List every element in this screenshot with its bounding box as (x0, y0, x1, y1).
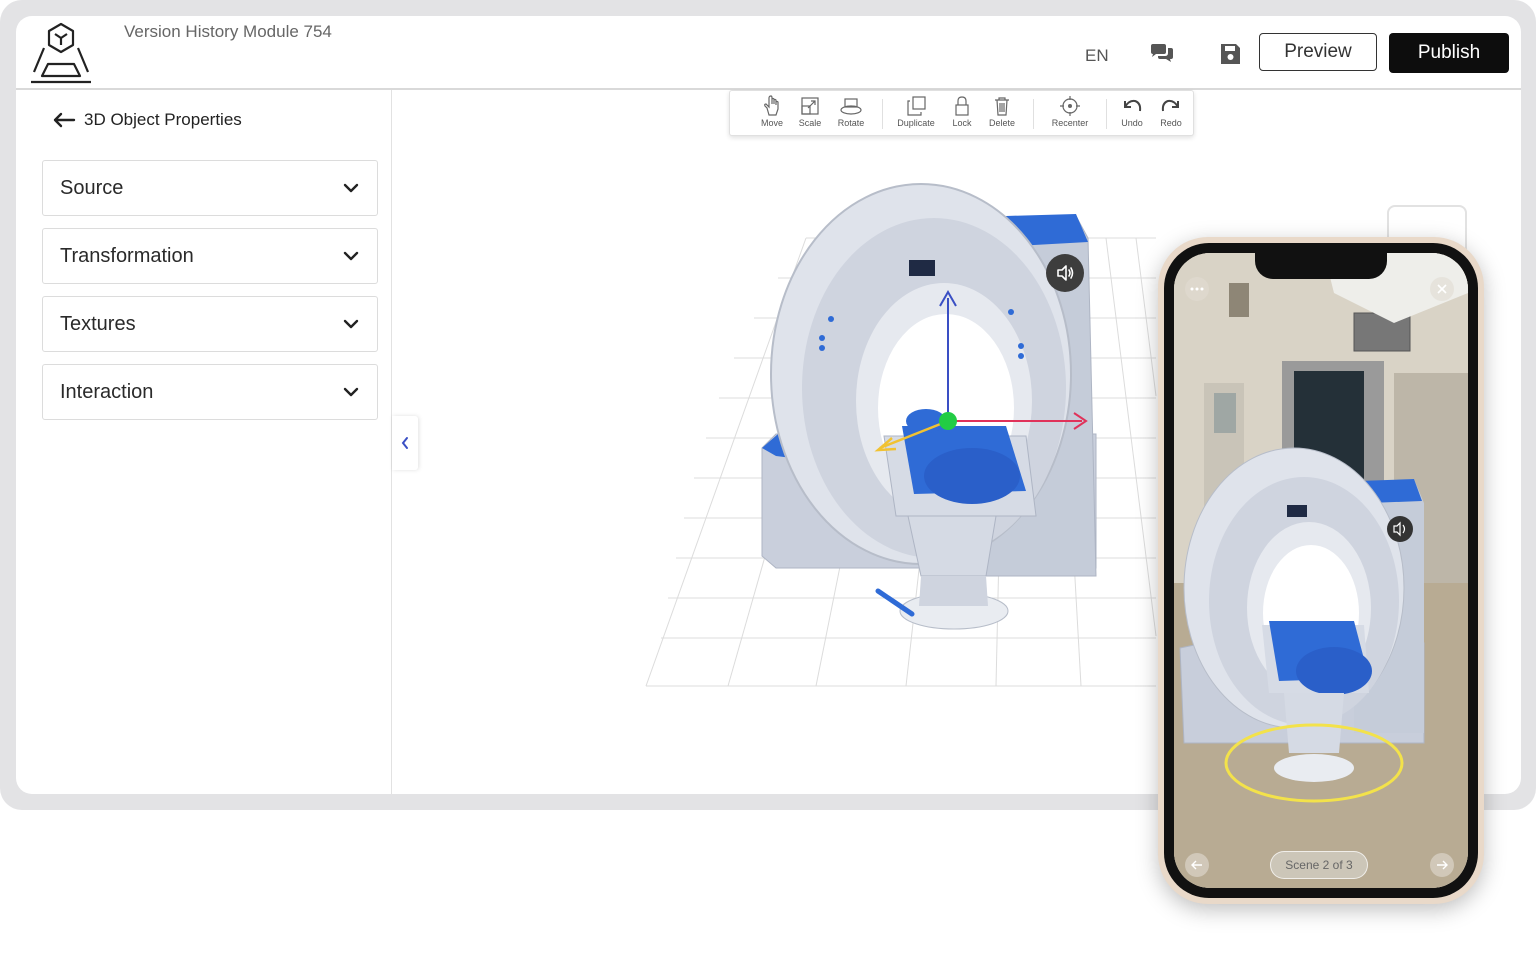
redo-icon (1161, 99, 1179, 112)
delete-tool-button[interactable]: Delete (980, 95, 1024, 133)
tool-label: Move (760, 118, 783, 128)
chevron-down-icon (343, 183, 359, 193)
hand-icon (764, 95, 779, 116)
preview-button[interactable]: Preview (1259, 33, 1377, 71)
arrow-left-icon (1191, 860, 1202, 870)
tool-label: Rotate (837, 118, 865, 128)
ar-prev-scene-button[interactable] (1185, 853, 1209, 877)
rotate-icon (840, 98, 862, 115)
scene-indicator: Scene 2 of 3 (1270, 851, 1368, 879)
accordion-transformation[interactable]: Transformation (42, 228, 378, 284)
undo-button[interactable]: Undo (1110, 95, 1154, 133)
language-selector[interactable]: EN (1085, 46, 1109, 66)
arrow-right-icon (1437, 860, 1448, 870)
accordion-label: Textures (60, 312, 136, 335)
recenter-tool-button[interactable]: Recenter (1048, 95, 1092, 133)
tool-label: Delete (988, 118, 1015, 128)
ar-more-button[interactable] (1185, 277, 1209, 301)
top-header: Version History Module 754 EN Preview Pu… (16, 16, 1521, 90)
accordion-source[interactable]: Source (42, 160, 378, 216)
ar-camera-view (1174, 253, 1468, 888)
tool-label: Redo (1160, 118, 1182, 128)
rotate-tool-button[interactable]: Rotate (829, 95, 873, 133)
back-arrow-icon[interactable] (52, 112, 76, 128)
phone-bezel (1164, 243, 1478, 898)
scale-tool-button[interactable]: Scale (788, 95, 832, 133)
more-dots-icon (1190, 287, 1204, 291)
toolbar-divider (882, 99, 883, 129)
chevron-down-icon (343, 251, 359, 261)
chevron-down-icon (343, 387, 359, 397)
close-icon (1437, 284, 1447, 294)
logo-icon (31, 22, 91, 84)
back-link[interactable]: 3D Object Properties (52, 110, 242, 130)
tool-label: Duplicate (897, 118, 935, 128)
tool-label: Undo (1121, 118, 1143, 128)
tool-label: Scale (798, 118, 822, 128)
redo-button[interactable]: Redo (1149, 95, 1193, 133)
save-icon[interactable] (1217, 43, 1243, 65)
scale-icon (801, 97, 819, 115)
phone-ar-preview (1158, 237, 1484, 904)
duplicate-tool-button[interactable]: Duplicate (894, 95, 938, 133)
model-audio-button[interactable] (1046, 254, 1084, 292)
chevron-down-icon (343, 319, 359, 329)
ar-next-scene-button[interactable] (1430, 853, 1454, 877)
accordion-interaction[interactable]: Interaction (42, 364, 378, 420)
phone-notch (1255, 247, 1387, 279)
lock-tool-button[interactable]: Lock (940, 95, 984, 133)
ar-close-button[interactable] (1430, 277, 1454, 301)
trash-icon (995, 97, 1009, 116)
toolbar-divider (1106, 99, 1107, 129)
accordion-label: Source (60, 176, 124, 199)
phone-screen (1174, 253, 1468, 888)
object-toolbar: Move Scale Rotate Duplicate Lock Delete … (729, 90, 1194, 136)
duplicate-icon (907, 96, 926, 116)
undo-icon (1124, 99, 1142, 112)
module-title: Version History Module 754 (124, 22, 332, 41)
lock-icon (955, 96, 969, 116)
toolbar-divider (1033, 99, 1034, 129)
accordion-label: Transformation (60, 244, 194, 267)
publish-button[interactable]: Publish (1389, 33, 1509, 73)
speaker-icon (1057, 265, 1074, 281)
panel-title: 3D Object Properties (84, 110, 242, 129)
properties-sidebar: 3D Object Properties Source Transformati… (16, 90, 392, 794)
comments-icon[interactable] (1149, 43, 1175, 65)
accordion-label: Interaction (60, 380, 154, 403)
recenter-icon (1060, 96, 1080, 116)
tool-label: Recenter (1051, 118, 1089, 128)
tool-label: Lock (952, 118, 972, 128)
ct-scanner-model (761, 183, 1097, 630)
accordion-textures[interactable]: Textures (42, 296, 378, 352)
